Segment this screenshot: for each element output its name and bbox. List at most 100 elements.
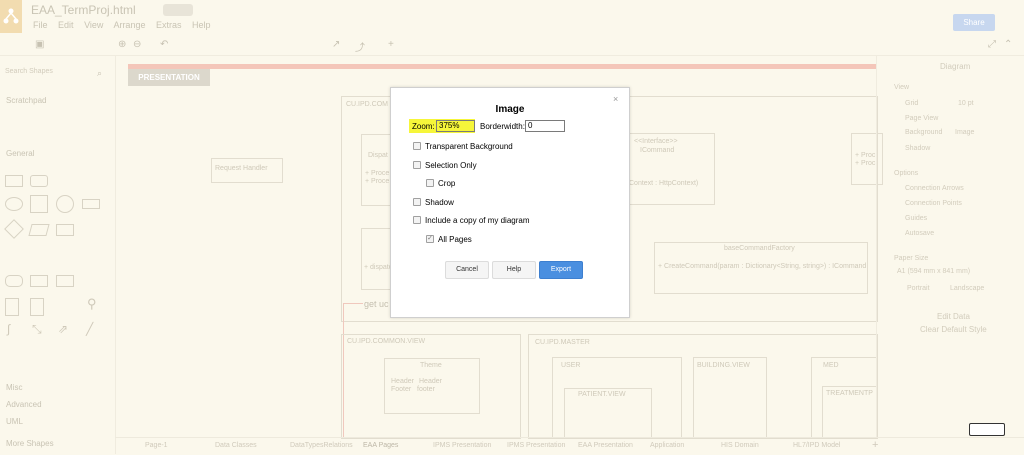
page-tab[interactable]: EAA Pages [363,442,398,449]
class-name: Theme [420,362,442,369]
section-scratchpad[interactable]: Scratchpad [6,96,46,105]
section-uml[interactable]: UML [6,417,23,426]
page-tab[interactable]: Data Classes [215,442,257,449]
search-icon[interactable]: ⌕ [97,68,102,79]
collapse-icon[interactable]: ⌃ [1004,39,1012,50]
section-advanced[interactable]: Advanced [6,400,42,409]
clear-default-style-button[interactable]: Clear Default Style [920,325,987,334]
page-tab[interactable]: HIS Domain [721,442,759,449]
more-shapes-button[interactable]: More Shapes [6,439,54,448]
shadow-checkbox[interactable]: Shadow [905,145,930,152]
shape-search-input[interactable]: Search Shapes [5,68,105,80]
add-page-icon[interactable]: + [872,439,878,451]
view-section-title: View [894,84,910,91]
presentation-bar[interactable] [128,64,876,69]
page-tab[interactable]: IPMS Presentation [507,442,565,449]
connection-arrows-checkbox[interactable]: Connection Arrows [905,185,964,192]
ellipse-shape[interactable] [5,197,23,211]
method-label: + Proce [365,170,390,177]
zoom-in-icon[interactable]: ⊕ [118,39,126,50]
connection-points-checkbox[interactable]: Connection Points [905,200,962,207]
menu-file[interactable]: File [33,20,48,30]
grid-size-input[interactable]: 10 pt [958,100,974,107]
trapezoid-shape[interactable] [56,275,74,287]
page-tab[interactable]: DataTypesRelations [290,442,353,449]
bidirectional-arrow-icon[interactable]: ⤡ [32,322,42,337]
help-button[interactable]: Help [492,261,536,279]
format-panel-tab[interactable]: Diagram [940,62,970,71]
edit-data-button[interactable]: Edit Data [937,312,970,321]
package-label: PATIENT.VIEW [578,391,626,398]
process-shape[interactable] [82,199,100,209]
close-icon[interactable]: × [613,94,618,104]
guides-checkbox[interactable]: Guides [905,215,927,222]
method-label: + Proce [365,178,390,185]
selection-only-checkbox[interactable] [413,161,421,169]
paper-size-title: Paper Size [894,255,929,262]
autosave-checkbox[interactable]: Autosave [905,230,934,237]
export-button[interactable]: Export [539,261,583,279]
page-tab[interactable]: EAA Presentation [578,442,633,449]
cancel-button[interactable]: Cancel [445,261,489,279]
background-image-button[interactable]: Image [955,129,974,136]
method-label: + dispatc [364,264,393,271]
zoom-input[interactable]: 375% [436,120,475,132]
include-diagram-checkbox[interactable] [413,216,421,224]
package-label: USER [561,362,581,369]
curve-icon[interactable]: ∫ [7,322,10,336]
method-label: Context : HttpContext) [629,180,699,187]
page-view-checkbox[interactable]: Page View [905,115,938,122]
portrait-radio[interactable]: Portrait [907,285,930,292]
document-shape[interactable] [30,298,44,316]
crop-checkbox[interactable] [426,179,434,187]
menu-arrange[interactable]: Arrange [113,20,145,30]
menu-help[interactable]: Help [192,20,211,30]
connector-line[interactable] [343,303,363,304]
presentation-label[interactable]: PRESENTATION [128,69,210,86]
page-tab[interactable]: Application [650,442,684,449]
all-pages-checkbox[interactable]: ✓ [426,235,434,243]
page-tab[interactable]: Page-1 [145,442,168,449]
section-general[interactable]: General [6,149,34,158]
package-label: CU.IPD.MASTER [535,339,590,346]
undo-icon[interactable]: ↶ [160,39,168,50]
page-tab[interactable]: HL7/IPD Model [793,442,840,449]
zoom-out-icon[interactable]: ⊖ [133,39,141,50]
hexagon-shape[interactable] [56,224,74,236]
brand-logo [163,4,193,16]
line-icon[interactable]: ╱ [86,322,93,336]
cylinder-shape[interactable] [5,275,23,287]
dispatcher-label: Dispat [368,152,388,159]
circle-shape[interactable] [56,195,74,213]
square-shape[interactable] [30,195,48,213]
building-view-package[interactable] [693,357,767,439]
borderwidth-input[interactable]: 0 [525,120,565,132]
insert-icon[interactable]: + [388,39,394,50]
menu-view[interactable]: View [84,20,103,30]
format-panel-icon[interactable]: ▣ [35,39,44,50]
step-shape[interactable] [30,275,48,287]
parallelogram-shape[interactable] [28,224,50,236]
dispatch-class[interactable] [361,228,393,290]
app-logo[interactable] [0,0,22,33]
rectangle-shape[interactable] [5,175,23,187]
grid-checkbox[interactable]: Grid [905,100,918,107]
rounded-rectangle-shape[interactable] [30,175,48,187]
menu-extras[interactable]: Extras [156,20,182,30]
actor-icon[interactable]: ⚲ [87,296,97,312]
transparent-background-checkbox[interactable] [413,142,421,150]
arrow-icon[interactable]: ↗ [332,39,340,50]
waypoint-icon[interactable]: ⤴ [355,39,365,54]
paper-size-select[interactable]: A1 (594 mm x 841 mm) [897,268,970,275]
section-misc[interactable]: Misc [6,383,22,392]
field-label: footer [417,386,435,393]
document-title[interactable]: EAA_TermProj.html [31,3,136,17]
page-tab[interactable]: IPMS Presentation [433,442,491,449]
menu-edit[interactable]: Edit [58,20,74,30]
fullscreen-icon[interactable]: ⤢ [988,39,996,50]
note-shape[interactable] [5,298,19,316]
shadow-checkbox[interactable] [413,198,421,206]
arrow-icon[interactable]: ⇗ [58,322,68,336]
landscape-radio[interactable]: Landscape [950,285,984,292]
share-button[interactable]: Share [953,14,995,31]
